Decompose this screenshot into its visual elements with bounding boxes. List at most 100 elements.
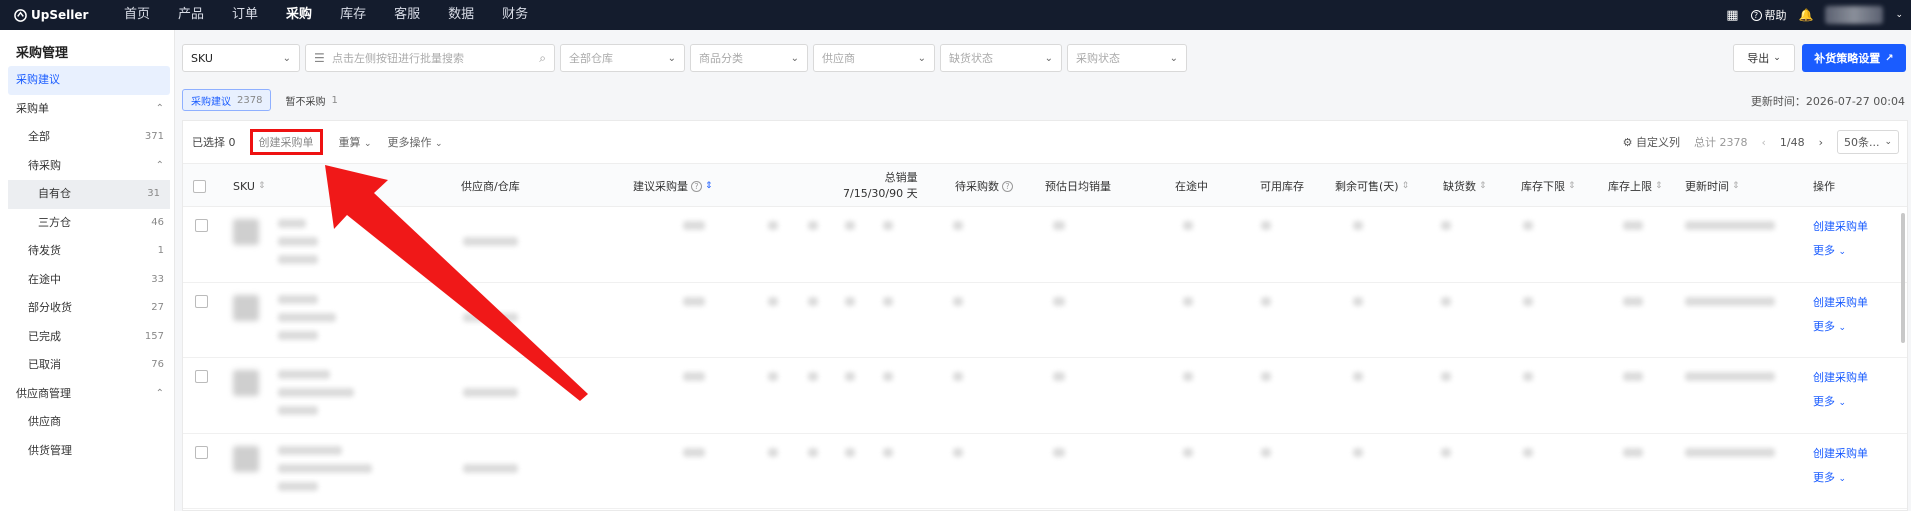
- row-more-link[interactable]: 更多 ⌄: [1813, 242, 1846, 258]
- table-row[interactable]: 创建采购单更多 ⌄: [183, 207, 1907, 283]
- sidebar-item-purchase-suggest[interactable]: 采购建议: [8, 66, 170, 95]
- create-purchase-order-button[interactable]: 创建采购单: [249, 129, 323, 155]
- purchase-status-select[interactable]: 采购状态 ⌄: [1067, 44, 1187, 72]
- col-lower[interactable]: 库存下限 ⇕: [1521, 164, 1576, 208]
- next-page-icon[interactable]: ›: [1819, 136, 1823, 149]
- page-size-select[interactable]: 50条... ⌄: [1837, 130, 1899, 154]
- cell-value: [683, 296, 705, 306]
- help-icon[interactable]: ?: [691, 180, 702, 192]
- category-select[interactable]: 商品分类 ⌄: [690, 44, 808, 72]
- apps-grid-icon[interactable]: ▦: [1726, 8, 1738, 23]
- batch-search-input[interactable]: ☰ 点击左侧按钮进行批量搜索 ⌕: [305, 44, 555, 72]
- search-icon[interactable]: ⌕: [539, 51, 546, 66]
- table-row[interactable]: 创建采购单更多 ⌄: [183, 283, 1907, 358]
- nav-data[interactable]: 数据: [434, 0, 488, 30]
- col-remaining[interactable]: 剩余可售(天) ⇕: [1335, 164, 1409, 208]
- export-button[interactable]: 导出 ⌄: [1733, 44, 1795, 72]
- col-transit: 在途中: [1175, 164, 1208, 208]
- nav-finance[interactable]: 财务: [488, 0, 542, 30]
- list-icon[interactable]: ☰: [314, 51, 325, 65]
- sidebar-item-completed[interactable]: 已完成 157: [0, 323, 174, 352]
- row-create-po-link[interactable]: 创建采购单: [1813, 445, 1868, 461]
- sidebar-item-label: 待发货: [28, 244, 61, 257]
- sort-icon[interactable]: ⇕: [258, 181, 266, 191]
- sidebar-item-third-party-warehouse[interactable]: 三方仓 46: [0, 209, 174, 238]
- row-more-link[interactable]: 更多 ⌄: [1813, 469, 1846, 485]
- nav-orders[interactable]: 订单: [218, 0, 272, 30]
- tab-purchase-suggest[interactable]: 采购建议 2378: [182, 89, 272, 111]
- col-upper[interactable]: 库存上限 ⇕: [1608, 164, 1663, 208]
- sidebar-item-count: 76: [151, 359, 164, 370]
- sidebar-item-in-transit[interactable]: 在途中 33: [0, 266, 174, 295]
- vertical-scrollbar[interactable]: [1901, 213, 1905, 343]
- cell-value: [1183, 221, 1193, 230]
- cell-value: [1353, 372, 1363, 381]
- sidebar-item-own-warehouse[interactable]: 自有仓 31: [8, 180, 170, 209]
- row-checkbox[interactable]: [195, 445, 208, 459]
- nav-inventory[interactable]: 库存: [326, 0, 380, 30]
- row-checkbox[interactable]: [195, 294, 208, 308]
- restock-strategy-button[interactable]: 补货策略设置 ↗: [1802, 44, 1906, 72]
- row-checkbox[interactable]: [195, 219, 208, 232]
- cell-value: [845, 447, 855, 457]
- product-thumbnail: [233, 294, 259, 321]
- brand-logo[interactable]: UpSeller: [0, 8, 110, 22]
- sku-type-select[interactable]: SKU ⌄: [182, 44, 300, 72]
- sidebar-item-supplier-management[interactable]: 供应商管理 ⌃: [0, 380, 174, 409]
- col-suggest[interactable]: 建议采购量? ⇕: [633, 164, 713, 208]
- col-daily-sales: 预估日均销量: [1045, 164, 1111, 208]
- avatar[interactable]: [1825, 6, 1884, 24]
- sidebar: 采购管理 采购建议 采购单 ⌃ 全部 371 待采购 ⌃ 自有仓 31 三方仓 46 待发…: [0, 30, 175, 511]
- sidebar-item-pending-purchase[interactable]: 待采购 ⌃: [0, 152, 174, 181]
- product-name: [278, 237, 318, 246]
- help-icon[interactable]: ?: [1002, 180, 1013, 192]
- export-label: 导出: [1747, 52, 1770, 65]
- recalculate-button[interactable]: 重算 ⌄: [339, 134, 372, 150]
- stock-status-select[interactable]: 缺货状态 ⌄: [940, 44, 1062, 72]
- col-updated[interactable]: 更新时间 ⇕: [1685, 164, 1740, 208]
- tab-no-purchase[interactable]: 暂不采购 1: [277, 89, 345, 111]
- sort-icon[interactable]: ⇕: [1479, 181, 1487, 191]
- sort-icon[interactable]: ⇕: [1402, 181, 1410, 191]
- sort-icon[interactable]: ⇕: [1655, 181, 1663, 191]
- sort-icon[interactable]: ⇕: [1568, 181, 1576, 191]
- sidebar-item-label: 供货管理: [28, 443, 72, 457]
- more-actions-button[interactable]: 更多操作 ⌄: [388, 134, 443, 150]
- sidebar-item-supply-management[interactable]: 供货管理: [0, 437, 174, 466]
- custom-columns-button[interactable]: ⚙ 自定义列: [1623, 134, 1680, 150]
- nav-products[interactable]: 产品: [164, 0, 218, 30]
- nav-service[interactable]: 客服: [380, 0, 434, 30]
- sidebar-item-purchase-orders[interactable]: 采购单 ⌃: [0, 95, 174, 124]
- bell-icon[interactable]: 🔔: [1799, 8, 1814, 22]
- sidebar-item-all[interactable]: 全部 371: [0, 123, 174, 152]
- sidebar-item-partial-received[interactable]: 部分收货 27: [0, 294, 174, 323]
- sidebar-item-pending-shipment[interactable]: 待发货 1: [0, 237, 174, 266]
- row-create-po-link[interactable]: 创建采购单: [1813, 218, 1868, 234]
- col-sku[interactable]: SKU ⇕: [233, 164, 266, 208]
- sidebar-item-cancelled[interactable]: 已取消 76: [0, 351, 174, 380]
- sort-icon[interactable]: ⇕: [1732, 181, 1740, 191]
- cell-value: [953, 221, 963, 230]
- supplier-select[interactable]: 供应商 ⌄: [813, 44, 935, 72]
- sidebar-item-label: 采购建议: [16, 73, 60, 86]
- warehouse-select[interactable]: 全部仓库 ⌄: [560, 44, 685, 72]
- prev-page-icon[interactable]: ‹: [1761, 136, 1765, 149]
- table-row[interactable]: 创建采购单更多 ⌄: [183, 434, 1907, 509]
- select-all-checkbox[interactable]: [193, 179, 206, 193]
- sidebar-item-suppliers[interactable]: 供应商: [0, 408, 174, 437]
- row-more-link[interactable]: 更多 ⌄: [1813, 393, 1846, 409]
- cell-value: [1183, 296, 1193, 306]
- row-more-link[interactable]: 更多 ⌄: [1813, 318, 1846, 334]
- external-link-icon: ↗: [1885, 52, 1894, 64]
- table-row[interactable]: 创建采购单更多 ⌄: [183, 358, 1907, 434]
- nav-home[interactable]: 首页: [110, 0, 164, 30]
- row-checkbox[interactable]: [195, 370, 208, 383]
- row-create-po-link[interactable]: 创建采购单: [1813, 369, 1868, 385]
- chevron-down-icon[interactable]: ⌄: [1895, 10, 1903, 20]
- nav-purchase[interactable]: 采购: [272, 0, 326, 30]
- sort-icon[interactable]: ⇕: [705, 181, 713, 191]
- row-create-po-link[interactable]: 创建采购单: [1813, 294, 1868, 310]
- help-link[interactable]: ? 帮助: [1750, 7, 1787, 23]
- cell-value: [953, 372, 963, 381]
- col-shortage[interactable]: 缺货数 ⇕: [1443, 164, 1487, 208]
